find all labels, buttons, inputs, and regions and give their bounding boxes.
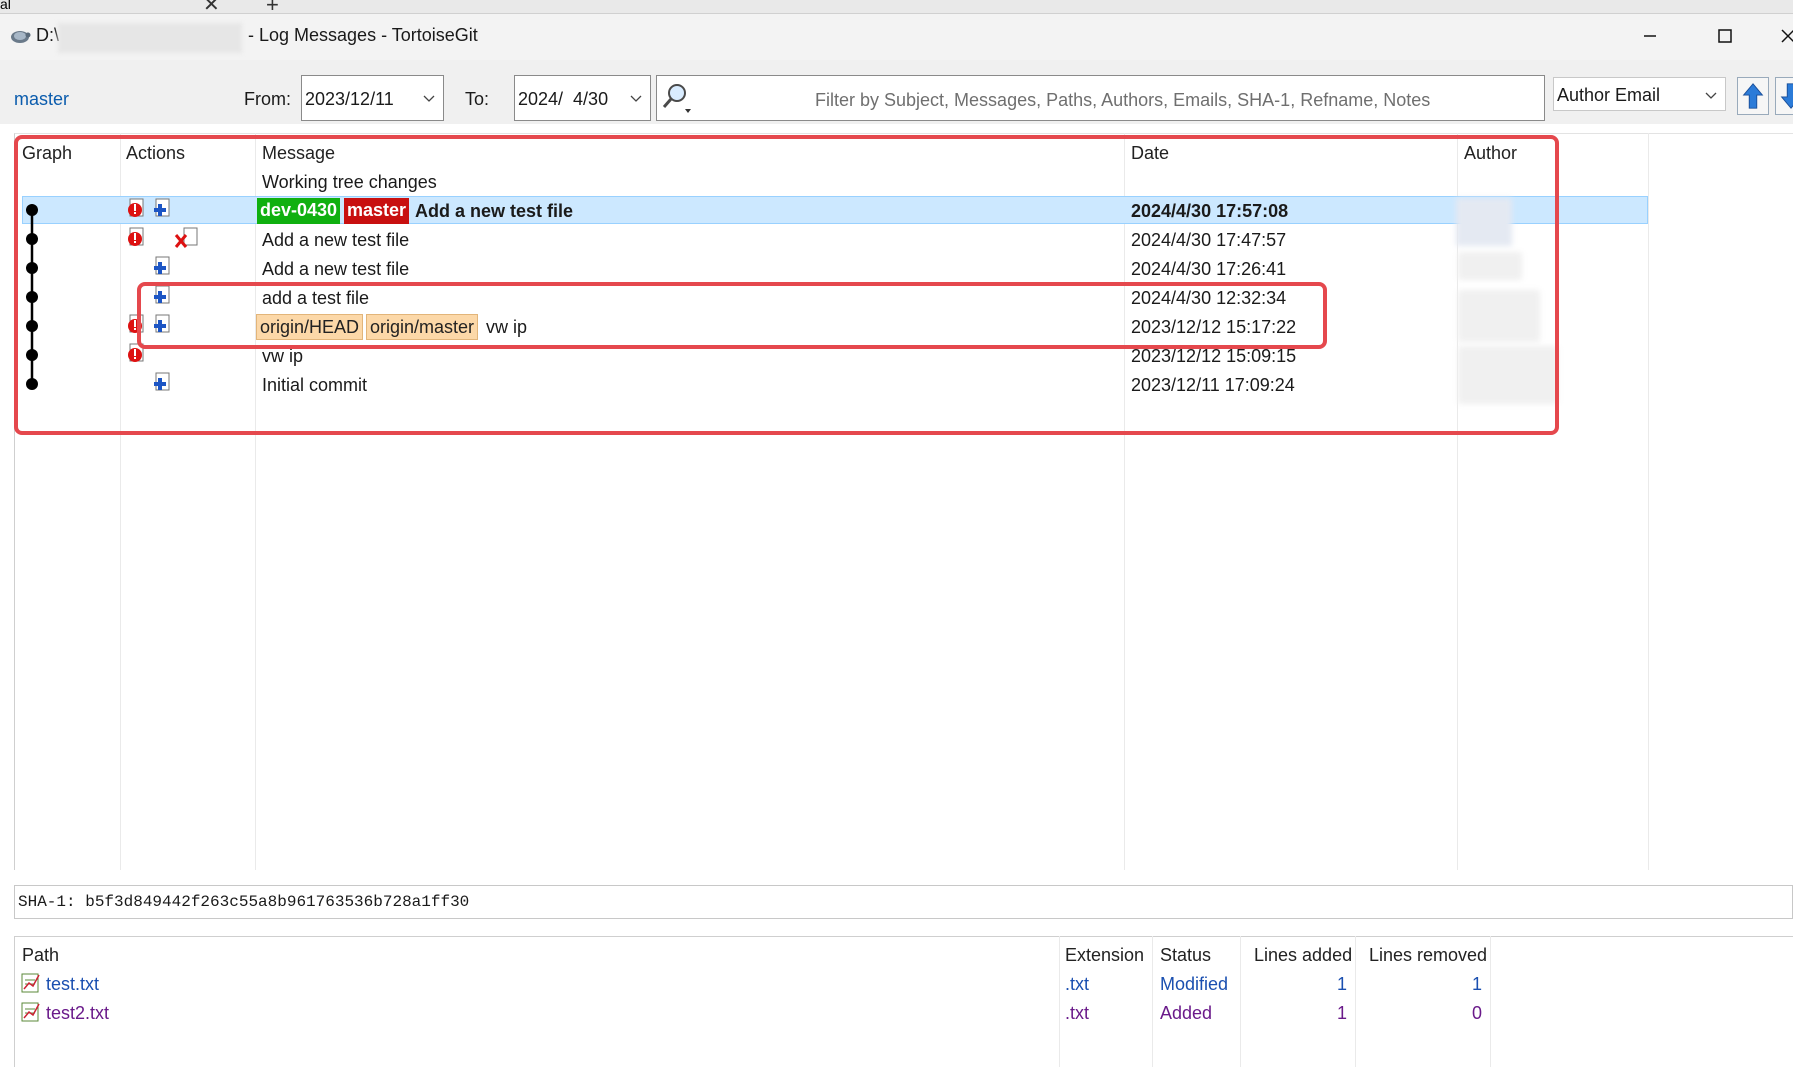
filter-placeholder: Filter by Subject, Messages, Paths, Auth… — [815, 90, 1431, 110]
file-path[interactable]: test.txt — [46, 974, 99, 995]
redacted-path — [58, 23, 242, 53]
close-window-icon[interactable] — [1776, 22, 1793, 50]
filter-input[interactable]: Filter by Subject, Messages, Paths, Auth… — [656, 75, 1545, 121]
file-path[interactable]: test2.txt — [46, 1003, 109, 1024]
file-lines-added: 1 — [1337, 974, 1348, 994]
sha-field[interactable]: SHA-1: b5f3d849442f263c55a8b961763536b72… — [14, 885, 1793, 919]
chevron-down-icon[interactable] — [1705, 89, 1717, 101]
filter-field-value: Author Email — [1557, 85, 1661, 105]
column-divider — [1648, 133, 1649, 870]
column-header-extension[interactable]: Extension — [1065, 945, 1144, 966]
branch-link[interactable]: master — [14, 89, 69, 110]
sha-value: SHA-1: b5f3d849442f263c55a8b961763536b72… — [18, 893, 470, 911]
column-header-path[interactable]: Path — [22, 945, 59, 966]
column-header-status[interactable]: Status — [1160, 945, 1211, 966]
from-date-picker[interactable]: 2023/12/11 — [301, 75, 444, 121]
arrow-up-icon[interactable] — [1737, 77, 1769, 115]
changed-files-list[interactable] — [14, 936, 1793, 1067]
tortoisegit-app-icon — [11, 31, 31, 43]
minimize-icon[interactable] — [1636, 22, 1664, 50]
chevron-down-icon[interactable] — [423, 92, 435, 104]
file-lines-added: 1 — [1337, 1003, 1348, 1023]
from-label: From: — [244, 89, 291, 109]
file-lines-removed: 0 — [1472, 1003, 1483, 1023]
window-title-drive: D:\ — [36, 25, 60, 45]
file-status: Added — [1160, 1003, 1213, 1023]
column-divider — [1490, 936, 1491, 1067]
window-title: - Log Messages - TortoiseGit — [248, 25, 478, 45]
to-label: To: — [465, 89, 490, 109]
from-date-value: 2023/12/11 — [305, 89, 394, 109]
tab-label[interactable]: al — [0, 0, 11, 12]
to-date-value: 2024/ 4/30 — [518, 89, 609, 109]
column-divider — [1152, 936, 1153, 1067]
file-extension: .txt — [1065, 1003, 1090, 1023]
text-file-modified-icon — [21, 973, 40, 993]
column-header-lines-added[interactable]: Lines added — [1254, 945, 1352, 966]
annotation-inner-box — [137, 282, 1327, 349]
column-divider — [1059, 936, 1060, 1067]
to-date-picker[interactable]: 2024/ 4/30 — [514, 75, 651, 121]
column-divider — [1355, 936, 1356, 1067]
column-header-lines-removed[interactable]: Lines removed — [1369, 945, 1487, 966]
search-icon[interactable] — [661, 81, 693, 115]
filter-field-select[interactable]: Author Email — [1553, 77, 1726, 111]
file-lines-removed: 1 — [1472, 974, 1483, 994]
arrow-down-icon[interactable] — [1775, 77, 1793, 115]
column-divider — [1240, 936, 1241, 1067]
file-extension: .txt — [1065, 974, 1090, 994]
file-status: Modified — [1160, 974, 1229, 994]
maximize-icon[interactable] — [1711, 22, 1739, 50]
chevron-down-icon[interactable] — [630, 92, 642, 104]
text-file-added-icon — [21, 1002, 40, 1022]
